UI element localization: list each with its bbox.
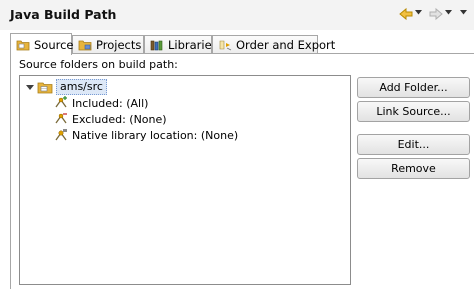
- tab-libraries[interactable]: Libraries: [144, 35, 218, 54]
- filter-included-icon: [55, 96, 67, 108]
- back-arrow-icon[interactable]: [398, 6, 414, 22]
- libraries-icon: [150, 40, 163, 51]
- tree-item-label: Excluded: (None): [72, 112, 167, 126]
- title-bar: Java Build Path: [0, 0, 474, 30]
- tab-source[interactable]: Source: [10, 33, 74, 55]
- tab-order-and-export[interactable]: Order and Export: [212, 35, 335, 54]
- projects-icon: [78, 40, 92, 51]
- tab-label: Order and Export: [236, 38, 336, 52]
- order-export-icon: [219, 40, 232, 51]
- remove-button[interactable]: Remove: [357, 158, 470, 179]
- source-folder-icon: [16, 40, 30, 50]
- chevron-down-icon[interactable]: [415, 10, 422, 26]
- expand-toggle-icon[interactable]: [25, 82, 35, 92]
- link-source-button[interactable]: Link Source...: [357, 101, 470, 122]
- tree-item-label: Native library location: (None): [72, 128, 239, 142]
- tab-label: Source: [34, 37, 74, 52]
- forward-arrow-icon[interactable]: [428, 6, 444, 22]
- tree-item-included[interactable]: Included: (All): [53, 95, 148, 111]
- tab-projects[interactable]: Projects: [72, 35, 144, 54]
- page-title: Java Build Path: [10, 7, 117, 22]
- tab-label: Projects: [96, 38, 142, 52]
- tree-item-excluded[interactable]: Excluded: (None): [53, 111, 167, 127]
- tree-root-label: ams/src: [56, 79, 107, 95]
- chevron-down-icon[interactable]: [445, 10, 452, 26]
- source-folders-label: Source folders on build path:: [19, 58, 178, 71]
- tree-item-label: Included: (All): [72, 96, 149, 110]
- view-menu-icon[interactable]: [460, 10, 467, 26]
- package-folder-icon: [37, 82, 53, 94]
- filter-excluded-icon: [55, 113, 67, 124]
- edit-button[interactable]: Edit...: [357, 134, 470, 155]
- add-folder-button[interactable]: Add Folder...: [357, 77, 470, 98]
- native-library-icon: [55, 129, 67, 141]
- source-folder-tree[interactable]: ams/src Included: (All) Excluded: (None)…: [19, 75, 351, 285]
- tab-label: Libraries: [168, 38, 218, 52]
- tree-root-row[interactable]: ams/src: [25, 79, 107, 95]
- tree-item-native-library[interactable]: Native library location: (None): [53, 127, 238, 143]
- tab-strip: Source Projects Libraries Order and Expo…: [10, 33, 335, 55]
